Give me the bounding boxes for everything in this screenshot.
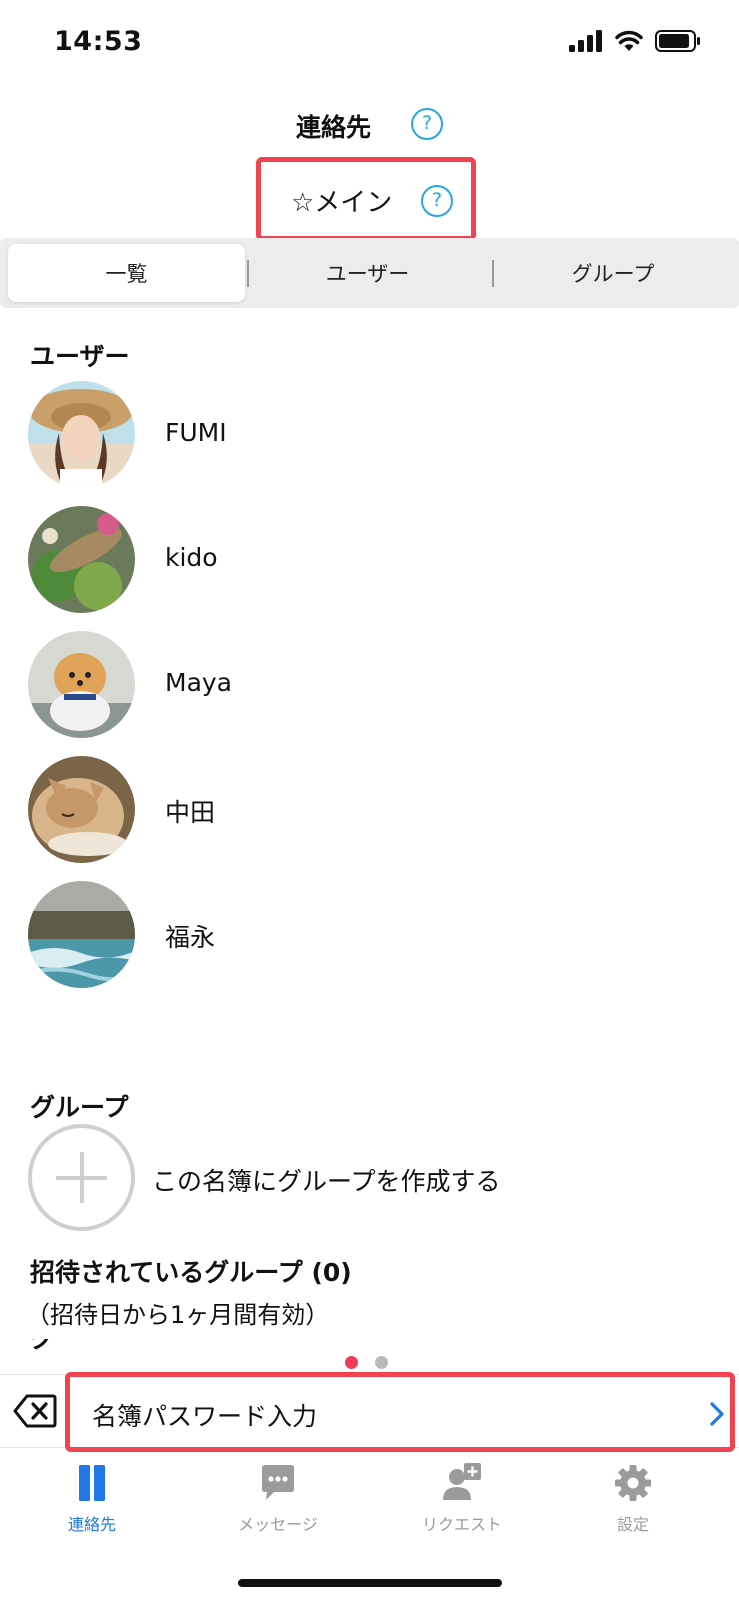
- home-indicator[interactable]: [238, 1579, 502, 1587]
- users-section-title: ユーザー: [30, 342, 130, 371]
- nav-header: 連絡先 ?: [0, 100, 739, 152]
- view-segmented-control: 一覧 ユーザー グループ: [0, 238, 739, 308]
- tab-label: 設定: [616, 1515, 649, 1534]
- user-row[interactable]: Maya: [28, 631, 708, 739]
- tab-label: リクエスト: [421, 1515, 502, 1534]
- cellular-signal-icon: [569, 30, 602, 52]
- user-name: FUMI: [165, 418, 227, 447]
- user-row[interactable]: 中田: [28, 756, 708, 864]
- password-bar: 名簿パスワード入力: [0, 1372, 739, 1452]
- user-name: kido: [165, 543, 218, 572]
- tab-label: 連絡先: [67, 1515, 116, 1534]
- user-row[interactable]: FUMI: [28, 381, 708, 489]
- wifi-icon: [615, 30, 643, 51]
- tab-contacts[interactable]: 連絡先: [22, 1462, 162, 1552]
- gear-icon: [615, 1465, 651, 1501]
- chevron-right-icon: [710, 1402, 724, 1426]
- book-help-icon[interactable]: ?: [421, 185, 453, 217]
- page-title: 連絡先: [296, 113, 372, 142]
- avatar: [28, 881, 135, 988]
- backspace-button[interactable]: [13, 1393, 57, 1429]
- message-icon: [262, 1465, 294, 1500]
- user-name: Maya: [165, 668, 233, 697]
- request-icon: [443, 1463, 481, 1500]
- add-circle-icon: [28, 1124, 135, 1231]
- status-icons: [569, 30, 701, 52]
- clipped-section-title: グ: [30, 1339, 90, 1351]
- tab-users[interactable]: ユーザー: [250, 244, 485, 302]
- status-bar: 14:53: [0, 0, 739, 90]
- battery-icon: [655, 30, 700, 52]
- tab-requests[interactable]: リクエスト: [392, 1462, 532, 1552]
- tab-settings[interactable]: 設定: [563, 1462, 703, 1552]
- invited-groups-note: （招待日から1ヶ月間有効）: [26, 1301, 330, 1329]
- tab-label: メッセージ: [238, 1515, 318, 1534]
- user-name: 福永: [165, 923, 216, 952]
- contact-book-name: ☆メイン: [291, 188, 393, 218]
- tab-groups[interactable]: グループ: [495, 244, 731, 302]
- tab-list[interactable]: 一覧: [8, 244, 245, 302]
- avatar: [28, 506, 135, 613]
- avatar: [28, 381, 135, 488]
- invited-groups-title: 招待されているグループ (0): [30, 1258, 352, 1287]
- create-group-button[interactable]: この名簿にグループを作成する: [28, 1124, 708, 1232]
- groups-section-title: グループ: [30, 1093, 129, 1122]
- page-dot: [375, 1356, 388, 1369]
- segment-divider: [247, 260, 249, 287]
- backspace-icon: [13, 1394, 57, 1428]
- help-icon[interactable]: ?: [411, 108, 443, 140]
- bottom-tab-bar: 連絡先 メッセージ リクエスト 設定: [0, 1452, 739, 1600]
- contacts-icon: [79, 1465, 105, 1501]
- user-name: 中田: [165, 798, 216, 827]
- avatar: [28, 756, 135, 863]
- status-time: 14:53: [54, 26, 143, 57]
- tab-messages[interactable]: メッセージ: [208, 1462, 348, 1552]
- create-group-label: この名簿にグループを作成する: [152, 1167, 501, 1196]
- segment-divider: [492, 260, 494, 287]
- user-row[interactable]: kido: [28, 506, 708, 614]
- avatar: [28, 631, 135, 738]
- contact-book-selector[interactable]: ☆メイン ?: [256, 157, 476, 241]
- password-input-row[interactable]: 名簿パスワード入力: [65, 1372, 735, 1452]
- password-label: 名簿パスワード入力: [92, 1402, 318, 1431]
- page-dot-active: [345, 1356, 358, 1369]
- user-row[interactable]: 福永: [28, 881, 708, 989]
- page-indicator: [345, 1356, 388, 1369]
